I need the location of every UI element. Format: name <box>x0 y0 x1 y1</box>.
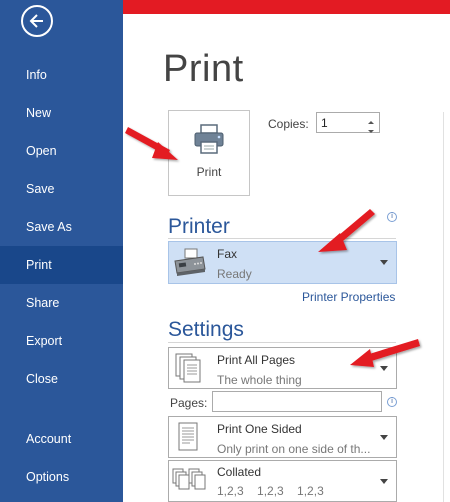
copies-input[interactable] <box>319 114 365 131</box>
printer-heading: Printer <box>168 215 230 238</box>
sidebar-item-open[interactable]: Open <box>0 132 123 170</box>
info-icon[interactable]: i <box>387 397 397 407</box>
sides-subtitle: Only print on one side of th... <box>217 442 371 456</box>
backstage-sidebar: Info New Open Save Save As Print Share E… <box>0 0 123 502</box>
chevron-down-icon <box>380 479 388 484</box>
sides-title: Print One Sided <box>217 422 302 436</box>
printer-status: Ready <box>217 267 252 281</box>
print-button-label: Print <box>196 165 222 179</box>
sidebar-item-account[interactable]: Account <box>0 420 123 458</box>
sidebar-item-options[interactable]: Options <box>0 458 123 496</box>
printer-properties-link[interactable]: Printer Properties <box>302 290 395 304</box>
copies-spinner <box>316 112 380 133</box>
print-button[interactable]: Print <box>168 110 250 196</box>
collation-dropdown[interactable]: Collated 1,2,3 1,2,3 1,2,3 <box>168 460 397 502</box>
settings-heading-rule <box>168 342 396 343</box>
sidebar-item-save-as[interactable]: Save As <box>0 208 123 246</box>
title-bar-strip <box>123 0 450 14</box>
printer-name: Fax <box>217 247 238 261</box>
fax-machine-icon <box>173 247 207 282</box>
spin-up-icon[interactable] <box>365 114 377 124</box>
printer-heading-rule <box>168 238 396 239</box>
pages-label: Pages: <box>170 396 208 410</box>
printer-icon <box>193 123 225 160</box>
sides-dropdown[interactable]: Print One Sided Only print on one side o… <box>168 416 397 458</box>
collated-icon <box>172 468 208 501</box>
pages-icon <box>175 353 201 388</box>
spin-down-icon[interactable] <box>365 123 377 133</box>
chevron-down-icon <box>380 260 388 265</box>
sidebar-item-close[interactable]: Close <box>0 360 123 398</box>
print-range-title: Print All Pages <box>217 353 296 367</box>
sidebar-item-share[interactable]: Share <box>0 284 123 322</box>
sidebar-item-export[interactable]: Export <box>0 322 123 360</box>
settings-heading: Settings <box>168 318 244 341</box>
chevron-down-icon <box>380 435 388 440</box>
sidebar-item-print[interactable]: Print <box>0 246 123 284</box>
pages-input[interactable] <box>212 391 382 412</box>
one-sided-icon <box>177 422 201 457</box>
info-icon[interactable]: i <box>387 212 397 222</box>
collation-title: Collated <box>217 465 262 479</box>
back-arrow-icon[interactable] <box>21 5 53 37</box>
collation-subtitle: 1,2,3 1,2,3 1,2,3 <box>217 484 324 498</box>
page-title: Print <box>163 48 244 90</box>
copies-label: Copies: <box>268 117 309 131</box>
chevron-down-icon <box>380 366 388 371</box>
print-range-subtitle: The whole thing <box>217 373 302 387</box>
pane-divider <box>443 112 444 502</box>
sidebar-item-info[interactable]: Info <box>0 56 123 94</box>
sidebar-item-new[interactable]: New <box>0 94 123 132</box>
printer-dropdown[interactable]: Fax Ready <box>168 241 397 284</box>
print-range-dropdown[interactable]: Print All Pages The whole thing <box>168 347 397 389</box>
sidebar-item-save[interactable]: Save <box>0 170 123 208</box>
